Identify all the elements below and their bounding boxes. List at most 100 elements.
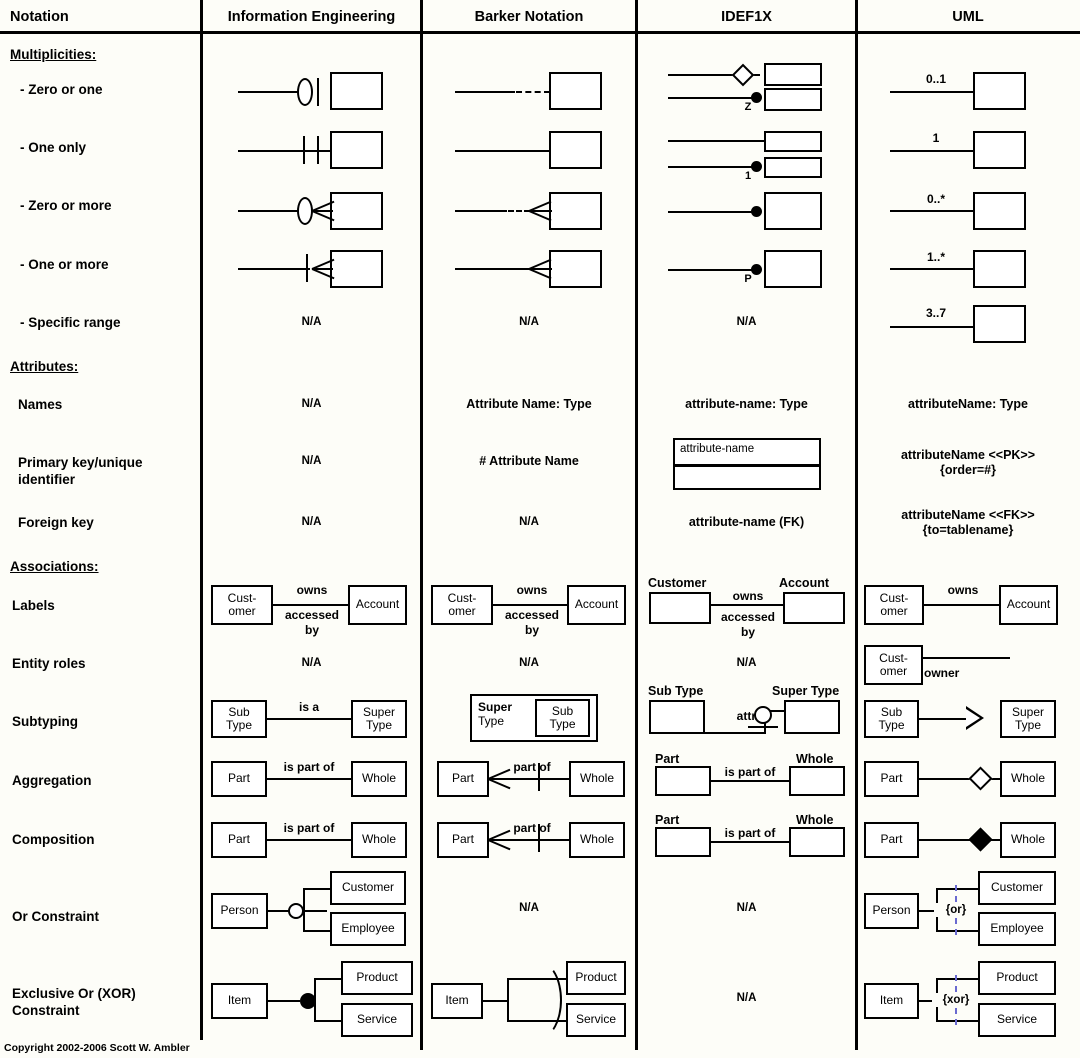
uml-foreign-key-line1: attributeName <<FK>>: [901, 508, 1035, 522]
idef1x-entity-roles-na: N/A: [736, 657, 757, 669]
row-label-xor-line1: Exclusive Or (XOR): [12, 986, 136, 1001]
uml-labels-entity-left-line2: omer: [880, 604, 908, 618]
row-label-one-or-more: - One or more: [20, 257, 109, 272]
idef1x-composition-whole-name: Whole: [796, 813, 834, 827]
ie-labels-entity-right: Account: [355, 597, 400, 612]
barker-composition-label: part of: [513, 821, 551, 835]
idef1x-labels-verb-reverse-line2: by: [740, 625, 755, 639]
ie-or-constraint-target-a: Customer: [341, 880, 394, 895]
idef1x-composition-part-name: Part: [655, 813, 680, 827]
uml-xor-constraint-target-a: Product: [996, 970, 1038, 985]
barker-xor-constraint-source: Item: [445, 993, 469, 1008]
barker-labels-entity-right: Account: [574, 597, 619, 612]
barker-xor-constraint-target-b: Service: [575, 1012, 616, 1027]
idef1x-aggregation-label: is part of: [712, 765, 788, 779]
row-label-primary-key-line2: identifier: [18, 472, 76, 487]
barker-subtyping-sub-line1: Sub: [551, 703, 574, 718]
uml-xor-constraint-source: Item: [879, 993, 904, 1008]
row-label-foreign-key: Foreign key: [18, 515, 94, 530]
row-label-zero-or-one: - Zero or one: [20, 82, 103, 97]
uml-aggregation-diamond-icon: [968, 766, 993, 791]
idef1x-primary-key-attribute: attribute-name: [680, 443, 755, 455]
section-label-attributes: Attributes:: [10, 359, 79, 374]
ie-composition-part: Part: [227, 832, 250, 847]
barker-labels-verb-reverse-line1: accessed: [504, 608, 560, 622]
ie-attribute-names: N/A: [301, 398, 322, 410]
row-label-names: Names: [18, 397, 63, 412]
ie-labels-verb-reverse-line1: accessed: [284, 608, 340, 622]
uml-foreign-key-line2: {to=tablename}: [922, 523, 1014, 537]
ie-labels-verb-forward: owns: [296, 583, 328, 597]
barker-aggregation-label: part of: [513, 760, 551, 774]
row-label-zero-or-more: - Zero or more: [20, 198, 112, 213]
barker-subtyping-super: Super Type: [478, 700, 526, 728]
row-label-entity-roles: Entity roles: [12, 656, 86, 671]
uml-one-only-multiplicity: 1: [932, 131, 940, 145]
barker-subtyping-super-line1: Super: [478, 700, 513, 714]
idef1x-labels-verb-reverse-line1: accessed: [720, 610, 776, 624]
row-label-xor-constraint: Exclusive Or (XOR) Constraint: [12, 985, 192, 1019]
ie-subtyping-sub-line2: Type: [225, 718, 252, 732]
row-label-subtyping: Subtyping: [12, 714, 78, 729]
uml-composition-whole: Whole: [1010, 832, 1045, 847]
barker-subtyping-sub-line2: Type: [549, 717, 576, 731]
row-label-primary-key-line1: Primary key/unique: [18, 455, 143, 470]
ie-subtyping-sub-line1: Sub: [228, 704, 250, 719]
idef1x-or-constraint-na: N/A: [736, 902, 757, 914]
row-label-specific-range: - Specific range: [20, 315, 121, 330]
idef1x-subtyping-super-name: Super Type: [772, 684, 840, 698]
column-header-information-engineering: Information Engineering: [227, 9, 396, 25]
ie-or-constraint-source: Person: [220, 903, 259, 918]
ie-labels-verb-reverse-line2: by: [304, 623, 319, 637]
idef1x-labels-verb-forward: owns: [732, 589, 764, 603]
idef1x-aggregation-part-name: Part: [655, 752, 680, 766]
ie-subtyping-label: is a: [298, 700, 319, 714]
uml-entity-roles-entity-line1: Cust-: [879, 650, 908, 665]
uml-primary-key-line1: attributeName <<PK>>: [900, 448, 1036, 462]
row-label-or-constraint: Or Constraint: [12, 909, 100, 924]
uml-entity-roles-role-name: owner: [924, 666, 960, 680]
row-label-labels: Labels: [12, 598, 55, 613]
row-label-composition: Composition: [12, 832, 95, 847]
uml-specific-range-multiplicity: 3..7: [925, 306, 946, 320]
uml-attribute-names: attributeName: Type: [908, 397, 1028, 411]
uml-zero-or-one-multiplicity: 0..1: [925, 72, 946, 86]
ie-xor-constraint-target-b: Service: [356, 1012, 397, 1027]
ie-specific-range-na: N/A: [301, 316, 322, 328]
uml-labels-entity-left-line1: Cust-: [879, 590, 909, 605]
barker-aggregation-whole: Whole: [579, 771, 614, 786]
uml-zero-or-more-multiplicity: 0..*: [926, 192, 945, 206]
ie-foreign-key: N/A: [301, 516, 322, 528]
barker-attribute-names: Attribute Name: Type: [466, 397, 592, 411]
uml-entity-roles-entity-line2: omer: [879, 664, 908, 678]
uml-or-constraint-source: Person: [872, 903, 911, 918]
uml-aggregation-part: Part: [880, 771, 903, 786]
barker-subtyping-super-line2: Type: [478, 714, 505, 728]
row-label-one-only: - One only: [20, 140, 87, 155]
idef1x-discriminator-circle-icon: [754, 706, 772, 724]
ie-aggregation-whole: Whole: [361, 771, 396, 786]
notation-comparison-sheet: Notation Information Engineering Barker …: [0, 0, 1080, 1058]
barker-labels-verb-forward: owns: [516, 583, 548, 597]
barker-or-constraint-na: N/A: [519, 902, 539, 914]
idef1x-labels-entity-left-name: Customer: [648, 576, 707, 590]
uml-composition-diamond-icon: [968, 827, 993, 852]
uml-subtyping-super-line2: Type: [1014, 718, 1041, 732]
section-label-associations: Associations:: [10, 559, 99, 574]
barker-foreign-key: N/A: [519, 516, 539, 528]
ie-or-junction-icon: [288, 903, 304, 919]
row-label-primary-key: Primary key/unique identifier: [18, 454, 193, 488]
ie-labels-entity-left-line1: Cust-: [227, 590, 257, 605]
uml-one-or-more-multiplicity: 1..*: [926, 250, 945, 264]
column-header-idef1x: IDEF1X: [721, 9, 772, 25]
uml-or-constraint-target-a: Customer: [990, 880, 1043, 895]
idef1x-composition-label: is part of: [712, 826, 788, 840]
uml-labels-entity-right: Account: [1006, 597, 1051, 612]
uml-subtyping-sub-line1: Sub: [880, 704, 903, 719]
barker-labels-entity-left-line1: Cust-: [447, 590, 477, 605]
idef1x-specific-range-na: N/A: [736, 316, 757, 328]
ie-primary-key: N/A: [301, 455, 322, 467]
uml-subtyping-sub-line2: Type: [878, 718, 905, 732]
uml-primary-key: attributeName <<PK>> {order=#}: [858, 448, 1078, 478]
idef1x-labels-entity-right-name: Account: [779, 576, 829, 590]
